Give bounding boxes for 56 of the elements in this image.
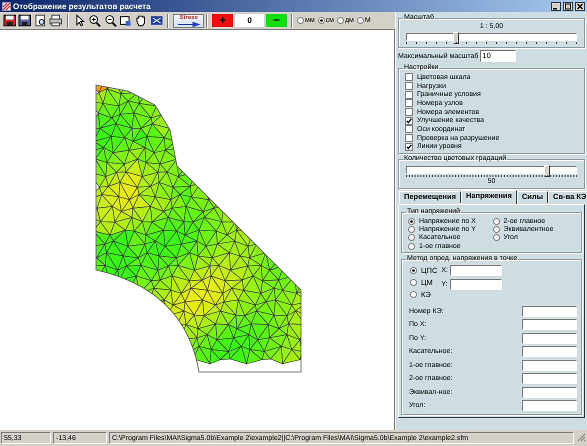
result-field <box>522 319 577 330</box>
input-field[interactable] <box>450 265 502 276</box>
radio-button[interactable] <box>410 267 417 274</box>
zoom-out-icon[interactable] <box>104 14 118 27</box>
checkbox[interactable] <box>405 90 413 99</box>
print-preview-icon[interactable] <box>34 14 48 27</box>
checkbox[interactable] <box>405 142 413 151</box>
window-title: Отображение результатов расчета <box>13 2 152 10</box>
gradations-slider[interactable] <box>406 166 577 174</box>
radio-button[interactable] <box>318 17 325 24</box>
maximize-icon[interactable] <box>563 2 573 10</box>
radio-button[interactable] <box>336 17 344 24</box>
radio-button[interactable] <box>408 218 415 225</box>
checkbox[interactable] <box>405 134 413 142</box>
zoom-in-icon[interactable] <box>88 14 102 27</box>
save-icon[interactable] <box>18 14 32 27</box>
slider-thumb[interactable] <box>453 32 459 44</box>
close-icon[interactable] <box>575 2 585 10</box>
fit-view-icon[interactable] <box>150 14 164 27</box>
radio-button[interactable] <box>410 290 417 298</box>
radio-button[interactable] <box>492 226 500 234</box>
save-icon[interactable] <box>3 14 16 27</box>
scale-slider[interactable] <box>406 33 577 41</box>
checkbox[interactable] <box>405 116 413 125</box>
checkbox[interactable] <box>405 108 413 116</box>
result-field <box>522 373 577 384</box>
radio-button[interactable] <box>408 242 415 250</box>
radio-button[interactable] <box>356 17 364 24</box>
radio-button[interactable] <box>408 226 415 234</box>
arrow-icon <box>176 22 201 26</box>
decrease-button[interactable]: − <box>266 14 288 27</box>
radio-button[interactable] <box>492 218 500 225</box>
result-field <box>522 346 577 358</box>
zoom-window-icon[interactable] <box>119 14 132 27</box>
increase-button[interactable]: + <box>212 14 234 27</box>
result-field <box>522 332 577 344</box>
minimize-icon[interactable] <box>551 2 561 10</box>
checkbox[interactable] <box>405 125 413 134</box>
slider-thumb[interactable] <box>544 165 550 178</box>
radio-button[interactable] <box>297 17 304 24</box>
input-field[interactable] <box>450 279 502 290</box>
checkbox[interactable] <box>405 82 413 90</box>
result-field <box>522 360 577 371</box>
checkbox[interactable] <box>405 73 413 82</box>
hand-icon[interactable] <box>134 14 148 27</box>
printer-icon[interactable] <box>49 14 63 27</box>
resize-grip-icon <box>576 432 586 442</box>
result-field <box>522 400 577 412</box>
radio-button[interactable] <box>410 278 417 286</box>
checkbox[interactable] <box>405 99 413 108</box>
result-field <box>522 306 577 317</box>
radio-button[interactable] <box>408 234 415 242</box>
value-field[interactable]: 0 <box>235 14 264 27</box>
app-icon <box>2 2 11 10</box>
result-field <box>522 386 577 398</box>
radio-button[interactable] <box>492 234 500 242</box>
